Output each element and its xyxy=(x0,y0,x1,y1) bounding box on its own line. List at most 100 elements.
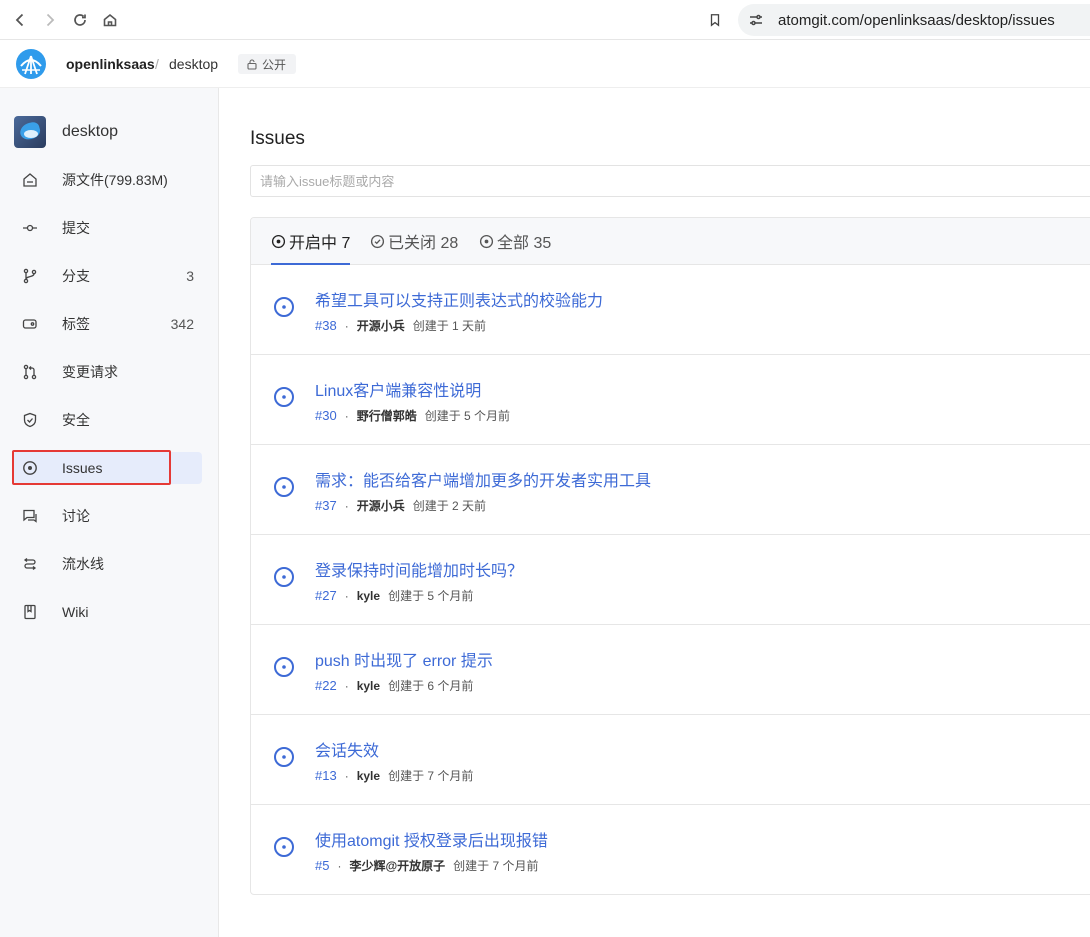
issue-row[interactable]: 需求：能否给客户端增加更多的开发者实用工具 #37 · 开源小兵 创建于 2 天前 xyxy=(251,445,1090,535)
sidebar-item-pull-requests[interactable]: 变更请求 xyxy=(12,356,202,388)
issue-row[interactable]: push 时出现了 error 提示 #22 · kyle 创建于 6 个月前 xyxy=(251,625,1090,715)
back-icon[interactable] xyxy=(8,8,32,32)
issue-author-link[interactable]: kyle xyxy=(357,589,380,603)
meta-separator: · xyxy=(337,858,342,873)
issue-row[interactable]: 希望工具可以支持正则表达式的校验能力 #38 · 开源小兵 创建于 1 天前 xyxy=(251,265,1090,355)
sidebar-item-commits[interactable]: 提交 xyxy=(12,212,202,244)
reload-icon[interactable] xyxy=(68,8,92,32)
tab-closed[interactable]: 已关闭 28 xyxy=(370,218,458,264)
repo-avatar xyxy=(14,116,46,148)
sidebar-item-source[interactable]: 源文件(799.83M) xyxy=(12,164,202,196)
sidebar-item-branches[interactable]: 分支 3 xyxy=(12,260,202,292)
lock-icon xyxy=(247,59,257,70)
tab-label: 全部 35 xyxy=(497,235,552,252)
issue-author-link[interactable]: 李少辉@开放原子 xyxy=(349,857,445,874)
site-settings-icon[interactable] xyxy=(748,12,764,28)
issue-created-time: 创建于 5 个月前 xyxy=(388,589,474,603)
pipeline-icon xyxy=(22,556,38,572)
sidebar-item-wiki[interactable]: Wiki xyxy=(12,596,202,628)
page-title: Issues xyxy=(250,128,305,149)
repo-name-link[interactable]: desktop xyxy=(169,56,218,72)
sidebar-item-label: Issues xyxy=(62,460,103,476)
tag-icon xyxy=(22,316,38,332)
issue-created-time: 创建于 6 个月前 xyxy=(388,679,474,693)
issue-author-link[interactable]: 开源小兵 xyxy=(357,317,405,334)
branch-icon xyxy=(22,268,38,284)
issue-search-input[interactable] xyxy=(250,165,1090,197)
issue-author-link[interactable]: kyle xyxy=(357,679,380,693)
issue-created-time: 创建于 2 天前 xyxy=(412,499,487,513)
issue-meta: #30 · 野行僧郭皓 创建于 5 个月前 xyxy=(315,407,510,424)
issue-open-icon xyxy=(274,387,294,407)
sidebar-item-label: 变更请求 xyxy=(62,364,118,380)
visibility-badge: 公开 xyxy=(238,54,297,74)
meta-separator: · xyxy=(344,678,349,693)
sidebar-repo[interactable]: desktop xyxy=(14,116,118,148)
issue-number-link[interactable]: #27 xyxy=(315,588,337,603)
issue-number-link[interactable]: #38 xyxy=(315,318,337,333)
issue-state-tabs: 开启中 7 已关闭 28 全部 35 xyxy=(251,218,1090,265)
url-text[interactable]: atomgit.com/openlinksaas/desktop/issues xyxy=(778,12,1055,29)
main-content: Issues 开启中 7 已关闭 28 全部 35 希望工具可以支持正则表达式的… xyxy=(219,88,1090,937)
issue-all-icon xyxy=(479,234,494,248)
issue-row[interactable]: 会话失效 #13 · kyle 创建于 7 个月前 xyxy=(251,715,1090,805)
issue-meta: #37 · 开源小兵 创建于 2 天前 xyxy=(315,497,486,514)
sidebar-item-label: Wiki xyxy=(62,604,89,620)
issue-created-time: 创建于 5 个月前 xyxy=(424,409,511,423)
repo-header: openlinksaas / desktop 公开 xyxy=(0,40,1090,88)
issue-title-link[interactable]: 登录保持时间能增加时长吗？ xyxy=(315,557,523,581)
address-bar[interactable]: atomgit.com/openlinksaas/desktop/issues xyxy=(738,4,1090,36)
issue-title-link[interactable]: 使用atomgit 授权登录后出现报错 xyxy=(315,827,548,851)
issue-number-link[interactable]: #37 xyxy=(315,498,337,513)
sidebar-item-tags[interactable]: 标签 342 xyxy=(12,308,202,340)
sidebar-item-label: 流水线 xyxy=(62,556,104,572)
issue-row[interactable]: 使用atomgit 授权登录后出现报错 #5 · 李少辉@开放原子 创建于 7 个月前 xyxy=(251,805,1090,894)
tab-open[interactable]: 开启中 7 xyxy=(271,218,351,265)
issue-title-link[interactable]: push 时出现了 error 提示 xyxy=(315,647,493,671)
browser-toolbar: atomgit.com/openlinksaas/desktop/issues xyxy=(0,0,1090,40)
discussion-icon xyxy=(22,508,38,524)
tab-all[interactable]: 全部 35 xyxy=(479,218,551,264)
meta-separator: · xyxy=(344,768,349,783)
issue-meta: #22 · kyle 创建于 6 个月前 xyxy=(315,677,473,694)
sidebar-item-pipelines[interactable]: 流水线 xyxy=(12,548,202,580)
issue-number-link[interactable]: #22 xyxy=(315,678,337,693)
issue-row[interactable]: Linux客户端兼容性说明 #30 · 野行僧郭皓 创建于 5 个月前 xyxy=(251,355,1090,445)
issue-created-time: 创建于 7 个月前 xyxy=(453,859,539,873)
issue-number-link[interactable]: #5 xyxy=(315,858,329,873)
meta-separator: · xyxy=(344,588,349,603)
branch-count: 3 xyxy=(186,268,194,284)
issue-author-link[interactable]: 野行僧郭皓 xyxy=(357,407,417,424)
issue-open-icon xyxy=(274,477,294,497)
issue-meta: #38 · 开源小兵 创建于 1 天前 xyxy=(315,317,486,334)
issue-open-icon xyxy=(274,657,294,677)
commit-icon xyxy=(22,220,38,236)
home-icon[interactable] xyxy=(98,8,122,32)
issue-author-link[interactable]: 开源小兵 xyxy=(357,497,405,514)
repo-owner-link[interactable]: openlinksaas xyxy=(66,56,155,72)
issue-open-icon xyxy=(271,234,286,248)
issue-title-link[interactable]: Linux客户端兼容性说明 xyxy=(315,377,481,401)
meta-separator: · xyxy=(344,498,349,513)
issue-row[interactable]: 登录保持时间能增加时长吗？ #27 · kyle 创建于 5 个月前 xyxy=(251,535,1090,625)
sidebar-item-label: 安全 xyxy=(62,412,90,428)
issues-panel: 开启中 7 已关闭 28 全部 35 希望工具可以支持正则表达式的校验能力 #3… xyxy=(250,217,1090,895)
issue-open-icon xyxy=(274,297,294,317)
issue-number-link[interactable]: #13 xyxy=(315,768,337,783)
meta-separator: · xyxy=(344,408,349,423)
sidebar-repo-name[interactable]: desktop xyxy=(62,123,118,141)
tab-label: 开启中 7 xyxy=(289,235,351,252)
meta-separator: · xyxy=(344,318,349,333)
sidebar-item-issues[interactable]: Issues xyxy=(12,452,202,484)
sidebar-item-discussions[interactable]: 讨论 xyxy=(12,500,202,532)
bookmark-icon[interactable] xyxy=(704,8,726,32)
issue-number-link[interactable]: #30 xyxy=(315,408,337,423)
forward-icon[interactable] xyxy=(38,8,62,32)
atomgit-logo-icon[interactable] xyxy=(16,49,46,79)
issue-title-link[interactable]: 会话失效 xyxy=(315,737,379,761)
sidebar-item-security[interactable]: 安全 xyxy=(12,404,202,436)
issue-title-link[interactable]: 希望工具可以支持正则表达式的校验能力 xyxy=(315,287,603,311)
issue-open-icon xyxy=(274,567,294,587)
issue-title-link[interactable]: 需求：能否给客户端增加更多的开发者实用工具 xyxy=(315,467,651,491)
issue-author-link[interactable]: kyle xyxy=(357,769,380,783)
